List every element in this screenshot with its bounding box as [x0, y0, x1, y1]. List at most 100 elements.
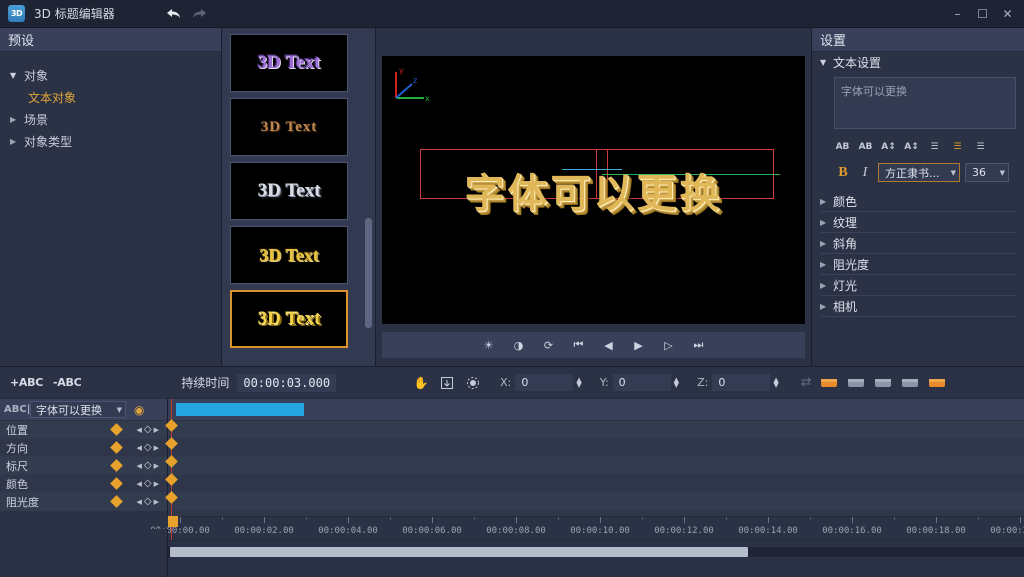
keyframe-marker[interactable]: [165, 491, 178, 504]
visibility-icon[interactable]: ◉: [134, 403, 144, 417]
keyframe-toggle-icon[interactable]: [109, 495, 123, 508]
align-right-icon[interactable]: ☰: [972, 138, 989, 155]
char-spacing-increase-icon[interactable]: AB: [857, 138, 874, 155]
section-camera[interactable]: ▶ 相机: [820, 296, 1016, 317]
prev-keyframe-icon[interactable]: ◀: [137, 480, 142, 488]
font-family-select[interactable]: 方正隶书... ▼: [878, 163, 960, 182]
preset-thumbnail[interactable]: 3D Text: [230, 34, 348, 92]
section-bevel[interactable]: ▶ 斜角: [820, 233, 1016, 254]
next-keyframe-icon[interactable]: ▶: [154, 462, 159, 470]
next-keyframe-icon[interactable]: ▶: [154, 444, 159, 452]
keyframe-marker[interactable]: [165, 473, 178, 486]
horizontal-scrollbar-thumb[interactable]: [170, 547, 748, 557]
preset-thumbnail[interactable]: 3D Text: [230, 98, 348, 156]
track-name-select[interactable]: 字体可以更换 ▼: [30, 401, 126, 418]
rotate-tool-icon[interactable]: [464, 374, 482, 392]
add-keyframe-icon[interactable]: ◇: [144, 424, 152, 435]
text-content-input[interactable]: 字体可以更换: [834, 77, 1016, 129]
keyframe-toggle-icon[interactable]: [109, 423, 123, 436]
keyframe-toggle-icon[interactable]: [109, 477, 123, 490]
add-keyframe-icon[interactable]: ◇: [144, 496, 152, 507]
bold-button[interactable]: B: [834, 163, 852, 182]
property-row-direction[interactable]: 方向 ◀ ◇ ▶: [0, 439, 167, 457]
keyframe-marker[interactable]: [165, 455, 178, 468]
prev-keyframe-icon[interactable]: ◀: [137, 444, 142, 452]
x-stepper[interactable]: ▲ ▼: [576, 376, 581, 388]
go-to-start-icon[interactable]: ⏮: [570, 337, 587, 354]
font-size-select[interactable]: 36 ▼: [965, 163, 1009, 182]
prev-keyframe-icon[interactable]: ◀: [137, 426, 142, 434]
keyframe-tool-5-icon[interactable]: [928, 375, 946, 390]
maximize-button[interactable]: ☐: [970, 1, 995, 27]
keyframe-marker[interactable]: [165, 437, 178, 450]
track-lane[interactable]: [165, 455, 1024, 475]
loop-toggle-icon[interactable]: ⟳: [540, 337, 557, 354]
x-input[interactable]: 0: [515, 374, 574, 391]
track-lane[interactable]: [165, 473, 1024, 493]
keyframe-toggle-icon[interactable]: [109, 459, 123, 472]
tree-item-object[interactable]: ▼ 对象: [0, 64, 221, 86]
next-keyframe-icon[interactable]: ▶: [154, 498, 159, 506]
add-text-button[interactable]: +ABC: [10, 376, 43, 389]
timeline-tracks[interactable]: [165, 399, 1024, 516]
keyframe-nav[interactable]: ◀ ◇ ▶: [137, 496, 159, 507]
section-color[interactable]: ▶ 颜色: [820, 191, 1016, 212]
keyframe-nav[interactable]: ◀ ◇ ▶: [137, 424, 159, 435]
play-icon[interactable]: ▶: [630, 337, 647, 354]
go-to-end-icon[interactable]: ⏭: [690, 337, 707, 354]
add-keyframe-icon[interactable]: ◇: [144, 442, 152, 453]
preset-thumbnail[interactable]: 3D Text: [230, 226, 348, 284]
keyframe-nav[interactable]: ◀ ◇ ▶: [137, 442, 159, 453]
pan-tool-icon[interactable]: ✋: [412, 374, 430, 392]
add-keyframe-icon[interactable]: ◇: [144, 460, 152, 471]
tree-item-text-object[interactable]: 文本对象: [0, 86, 221, 108]
timeline-ruler[interactable]: 00:00:00.00 00:00:02.00 00:00:04.00 00:00:0…: [150, 516, 1024, 540]
scene-3d-text[interactable]: 字体可以更换: [465, 161, 723, 219]
keyframe-tool-4-icon[interactable]: [901, 375, 919, 390]
section-opacity[interactable]: ▶ 阻光度: [820, 254, 1016, 275]
track-lane[interactable]: [165, 491, 1024, 511]
keyframe-toggle-icon[interactable]: [109, 441, 123, 454]
move-tool-icon[interactable]: [438, 374, 456, 392]
property-row-position[interactable]: 位置 ◀ ◇ ▶: [0, 421, 167, 439]
preview-canvas[interactable]: y x z 字体可以更换: [382, 56, 805, 324]
italic-button[interactable]: I: [857, 163, 873, 182]
keyframe-tool-3-icon[interactable]: [874, 375, 892, 390]
preset-thumbnail[interactable]: 3D Text: [230, 162, 348, 220]
clip-track-row[interactable]: [168, 399, 1024, 421]
char-spacing-decrease-icon[interactable]: AB: [834, 138, 851, 155]
align-center-icon[interactable]: ☰: [949, 138, 966, 155]
keyframe-nav[interactable]: ◀ ◇ ▶: [137, 460, 159, 471]
keyframe-tool-1-icon[interactable]: [820, 375, 838, 390]
line-spacing-decrease-icon[interactable]: A↕: [880, 138, 897, 155]
light-toggle-icon[interactable]: ☀: [480, 337, 497, 354]
tree-item-scene[interactable]: ▶ 场景: [0, 108, 221, 130]
color-toggle-icon[interactable]: ◑: [510, 337, 527, 354]
reset-transform-icon[interactable]: ⇄: [801, 375, 812, 390]
tree-item-object-type[interactable]: ▶ 对象类型: [0, 130, 221, 152]
duration-value[interactable]: 00:00:03.000: [237, 373, 337, 392]
remove-text-button[interactable]: -ABC: [53, 376, 82, 389]
keyframe-nav[interactable]: ◀ ◇ ▶: [137, 478, 159, 489]
preset-thumbnail-selected[interactable]: 3D Text: [230, 290, 348, 348]
keyframe-tool-2-icon[interactable]: [847, 375, 865, 390]
text-clip[interactable]: [176, 403, 304, 416]
step-forward-icon[interactable]: ▷: [660, 337, 677, 354]
z-stepper[interactable]: ▲ ▼: [773, 376, 778, 388]
next-keyframe-icon[interactable]: ▶: [154, 480, 159, 488]
playhead-marker[interactable]: [168, 516, 178, 540]
y-stepper[interactable]: ▲ ▼: [674, 376, 679, 388]
minimize-button[interactable]: –: [945, 1, 970, 27]
undo-icon[interactable]: [161, 1, 187, 27]
step-back-icon[interactable]: ◀: [600, 337, 617, 354]
close-button[interactable]: ✕: [995, 1, 1020, 27]
property-row-scale[interactable]: 标尺 ◀ ◇ ▶: [0, 457, 167, 475]
track-lane[interactable]: [165, 419, 1024, 439]
playhead-handle[interactable]: [168, 516, 178, 527]
preset-scrollbar[interactable]: [365, 218, 372, 328]
prev-keyframe-icon[interactable]: ◀: [137, 462, 142, 470]
add-keyframe-icon[interactable]: ◇: [144, 478, 152, 489]
redo-icon[interactable]: [187, 1, 213, 27]
track-lane[interactable]: [165, 437, 1024, 457]
section-texture[interactable]: ▶ 纹理: [820, 212, 1016, 233]
